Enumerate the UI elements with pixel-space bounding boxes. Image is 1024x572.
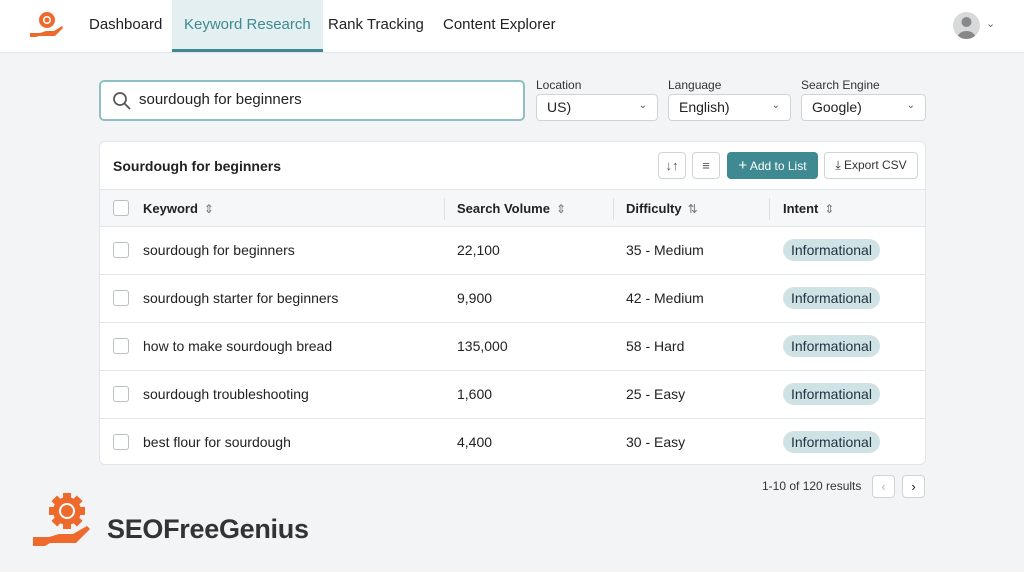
row-checkbox[interactable]	[113, 386, 129, 402]
header-search-volume[interactable]: Search Volume ⇕	[457, 190, 566, 228]
chevron-right-icon: ›	[911, 479, 916, 494]
search-engine-label: Search Engine	[801, 78, 880, 92]
difficulty-cell: 25 - Easy	[626, 386, 686, 402]
select-all-checkbox[interactable]	[113, 200, 129, 216]
difficulty-cell: 30 - Easy	[626, 434, 686, 450]
card-title: Sourdough for beginners	[113, 158, 281, 174]
volume-cell: 1,600	[457, 386, 493, 402]
add-to-list-label: Add to List	[749, 159, 807, 173]
tab-keyword-research[interactable]: Keyword Research	[172, 0, 323, 52]
intent-cell: Informational	[783, 371, 880, 418]
keyword-cell[interactable]: sourdough for beginners	[143, 227, 295, 274]
language-label: Language	[668, 78, 722, 92]
avatar[interactable]	[953, 12, 980, 39]
search-icon	[113, 92, 131, 110]
intent-cell: Informational	[783, 227, 880, 274]
volume-cell: 4,400	[457, 434, 493, 450]
filter-button[interactable]: ≡	[692, 152, 720, 179]
row-checkbox[interactable]	[113, 242, 129, 258]
location-value: US)	[547, 99, 572, 115]
header-keyword[interactable]: Keyword ⇕	[143, 190, 214, 228]
filter-icon: ≡	[702, 158, 710, 173]
search-engine-value: Google)	[812, 99, 862, 115]
row-checkbox[interactable]	[113, 434, 129, 450]
location-select[interactable]: US) ⌄	[536, 94, 658, 121]
language-value: English)	[679, 99, 730, 115]
difficulty-cell: 35 - Medium	[626, 242, 704, 258]
add-to-list-button[interactable]: + Add to List	[727, 152, 818, 179]
results-card: Sourdough for beginners ↓↑ ≡ + Add to Li…	[99, 141, 926, 465]
keyword-cell[interactable]: best flour for sourdough	[143, 419, 291, 464]
intent-badge: Informational	[783, 239, 880, 261]
download-icon: ⤓	[835, 158, 841, 172]
chevron-down-icon: ⌄	[771, 100, 780, 111]
keyword-cell[interactable]: sourdough starter for beginners	[143, 275, 338, 322]
sort-icon: ⇅	[687, 202, 698, 216]
sort-icon: ⇕	[555, 202, 567, 216]
search-input[interactable]	[99, 80, 525, 121]
next-page-button[interactable]: ›	[902, 475, 925, 498]
sort-button[interactable]: ↓↑	[658, 152, 686, 179]
header-difficulty[interactable]: Difficulty ⇅	[626, 190, 698, 228]
difficulty-cell: 42 - Medium	[626, 290, 704, 306]
export-csv-button[interactable]: ⤓ Export CSV	[824, 152, 918, 179]
divider	[769, 198, 770, 220]
plus-icon: +	[738, 157, 748, 174]
search-field[interactable]	[139, 91, 509, 108]
intent-cell: Informational	[783, 323, 880, 370]
table-header: Keyword ⇕ Search Volume ⇕ Difficulty ⇅ Inte…	[100, 189, 925, 227]
table-row[interactable]: sourdough for beginners 22,100 35 - Medi…	[100, 227, 925, 275]
sort-icon: ⇕	[203, 202, 214, 216]
keyword-cell[interactable]: how to make sourdough bread	[143, 323, 332, 370]
difficulty-cell: 58 - Hard	[626, 338, 685, 354]
chevron-down-icon: ⌄	[906, 100, 915, 111]
chevron-down-icon: ⌄	[638, 100, 647, 111]
tab-dashboard[interactable]: Dashboard	[77, 0, 174, 52]
volume-cell: 9,900	[457, 290, 493, 306]
pagination-info: 1-10 of 120 results	[762, 479, 862, 493]
chevron-left-icon: ‹	[881, 479, 886, 494]
location-label: Location	[536, 78, 582, 92]
logo-icon[interactable]	[28, 9, 64, 43]
intent-badge: Informational	[783, 335, 880, 357]
table-row[interactable]: best flour for sourdough 4,400 30 - Easy…	[100, 419, 925, 464]
table-row[interactable]: sourdough troubleshooting 1,600 25 - Eas…	[100, 371, 925, 419]
search-engine-select[interactable]: Google) ⌄	[801, 94, 926, 121]
intent-badge: Informational	[783, 287, 880, 309]
volume-cell: 135,000	[457, 338, 508, 354]
top-nav: Dashboard Keyword Research Rank Tracking…	[0, 0, 1024, 53]
sort-icon: ⇕	[824, 202, 835, 216]
language-select[interactable]: English) ⌄	[668, 94, 791, 121]
sort-icon: ↓↑	[665, 158, 679, 173]
table-row[interactable]: how to make sourdough bread 135,000 58 -…	[100, 323, 925, 371]
divider	[613, 198, 614, 220]
brand-name: SEOFreeGenius	[107, 514, 309, 544]
intent-badge: Informational	[783, 431, 880, 453]
row-checkbox[interactable]	[113, 290, 129, 306]
divider	[444, 198, 445, 220]
header-intent[interactable]: Intent ⇕	[783, 190, 834, 228]
brand-logo-icon	[33, 493, 90, 546]
intent-badge: Informational	[783, 383, 880, 405]
chevron-down-icon[interactable]: ⌄	[986, 17, 995, 30]
prev-page-button[interactable]: ‹	[872, 475, 895, 498]
intent-cell: Informational	[783, 419, 880, 464]
tab-content-explorer[interactable]: Content Explorer	[431, 0, 568, 52]
table-row[interactable]: sourdough starter for beginners 9,900 42…	[100, 275, 925, 323]
row-checkbox[interactable]	[113, 338, 129, 354]
keyword-cell[interactable]: sourdough troubleshooting	[143, 371, 309, 418]
tab-rank-tracking[interactable]: Rank Tracking	[316, 0, 436, 52]
volume-cell: 22,100	[457, 242, 500, 258]
intent-cell: Informational	[783, 275, 880, 322]
export-csv-label: Export CSV	[843, 158, 907, 172]
